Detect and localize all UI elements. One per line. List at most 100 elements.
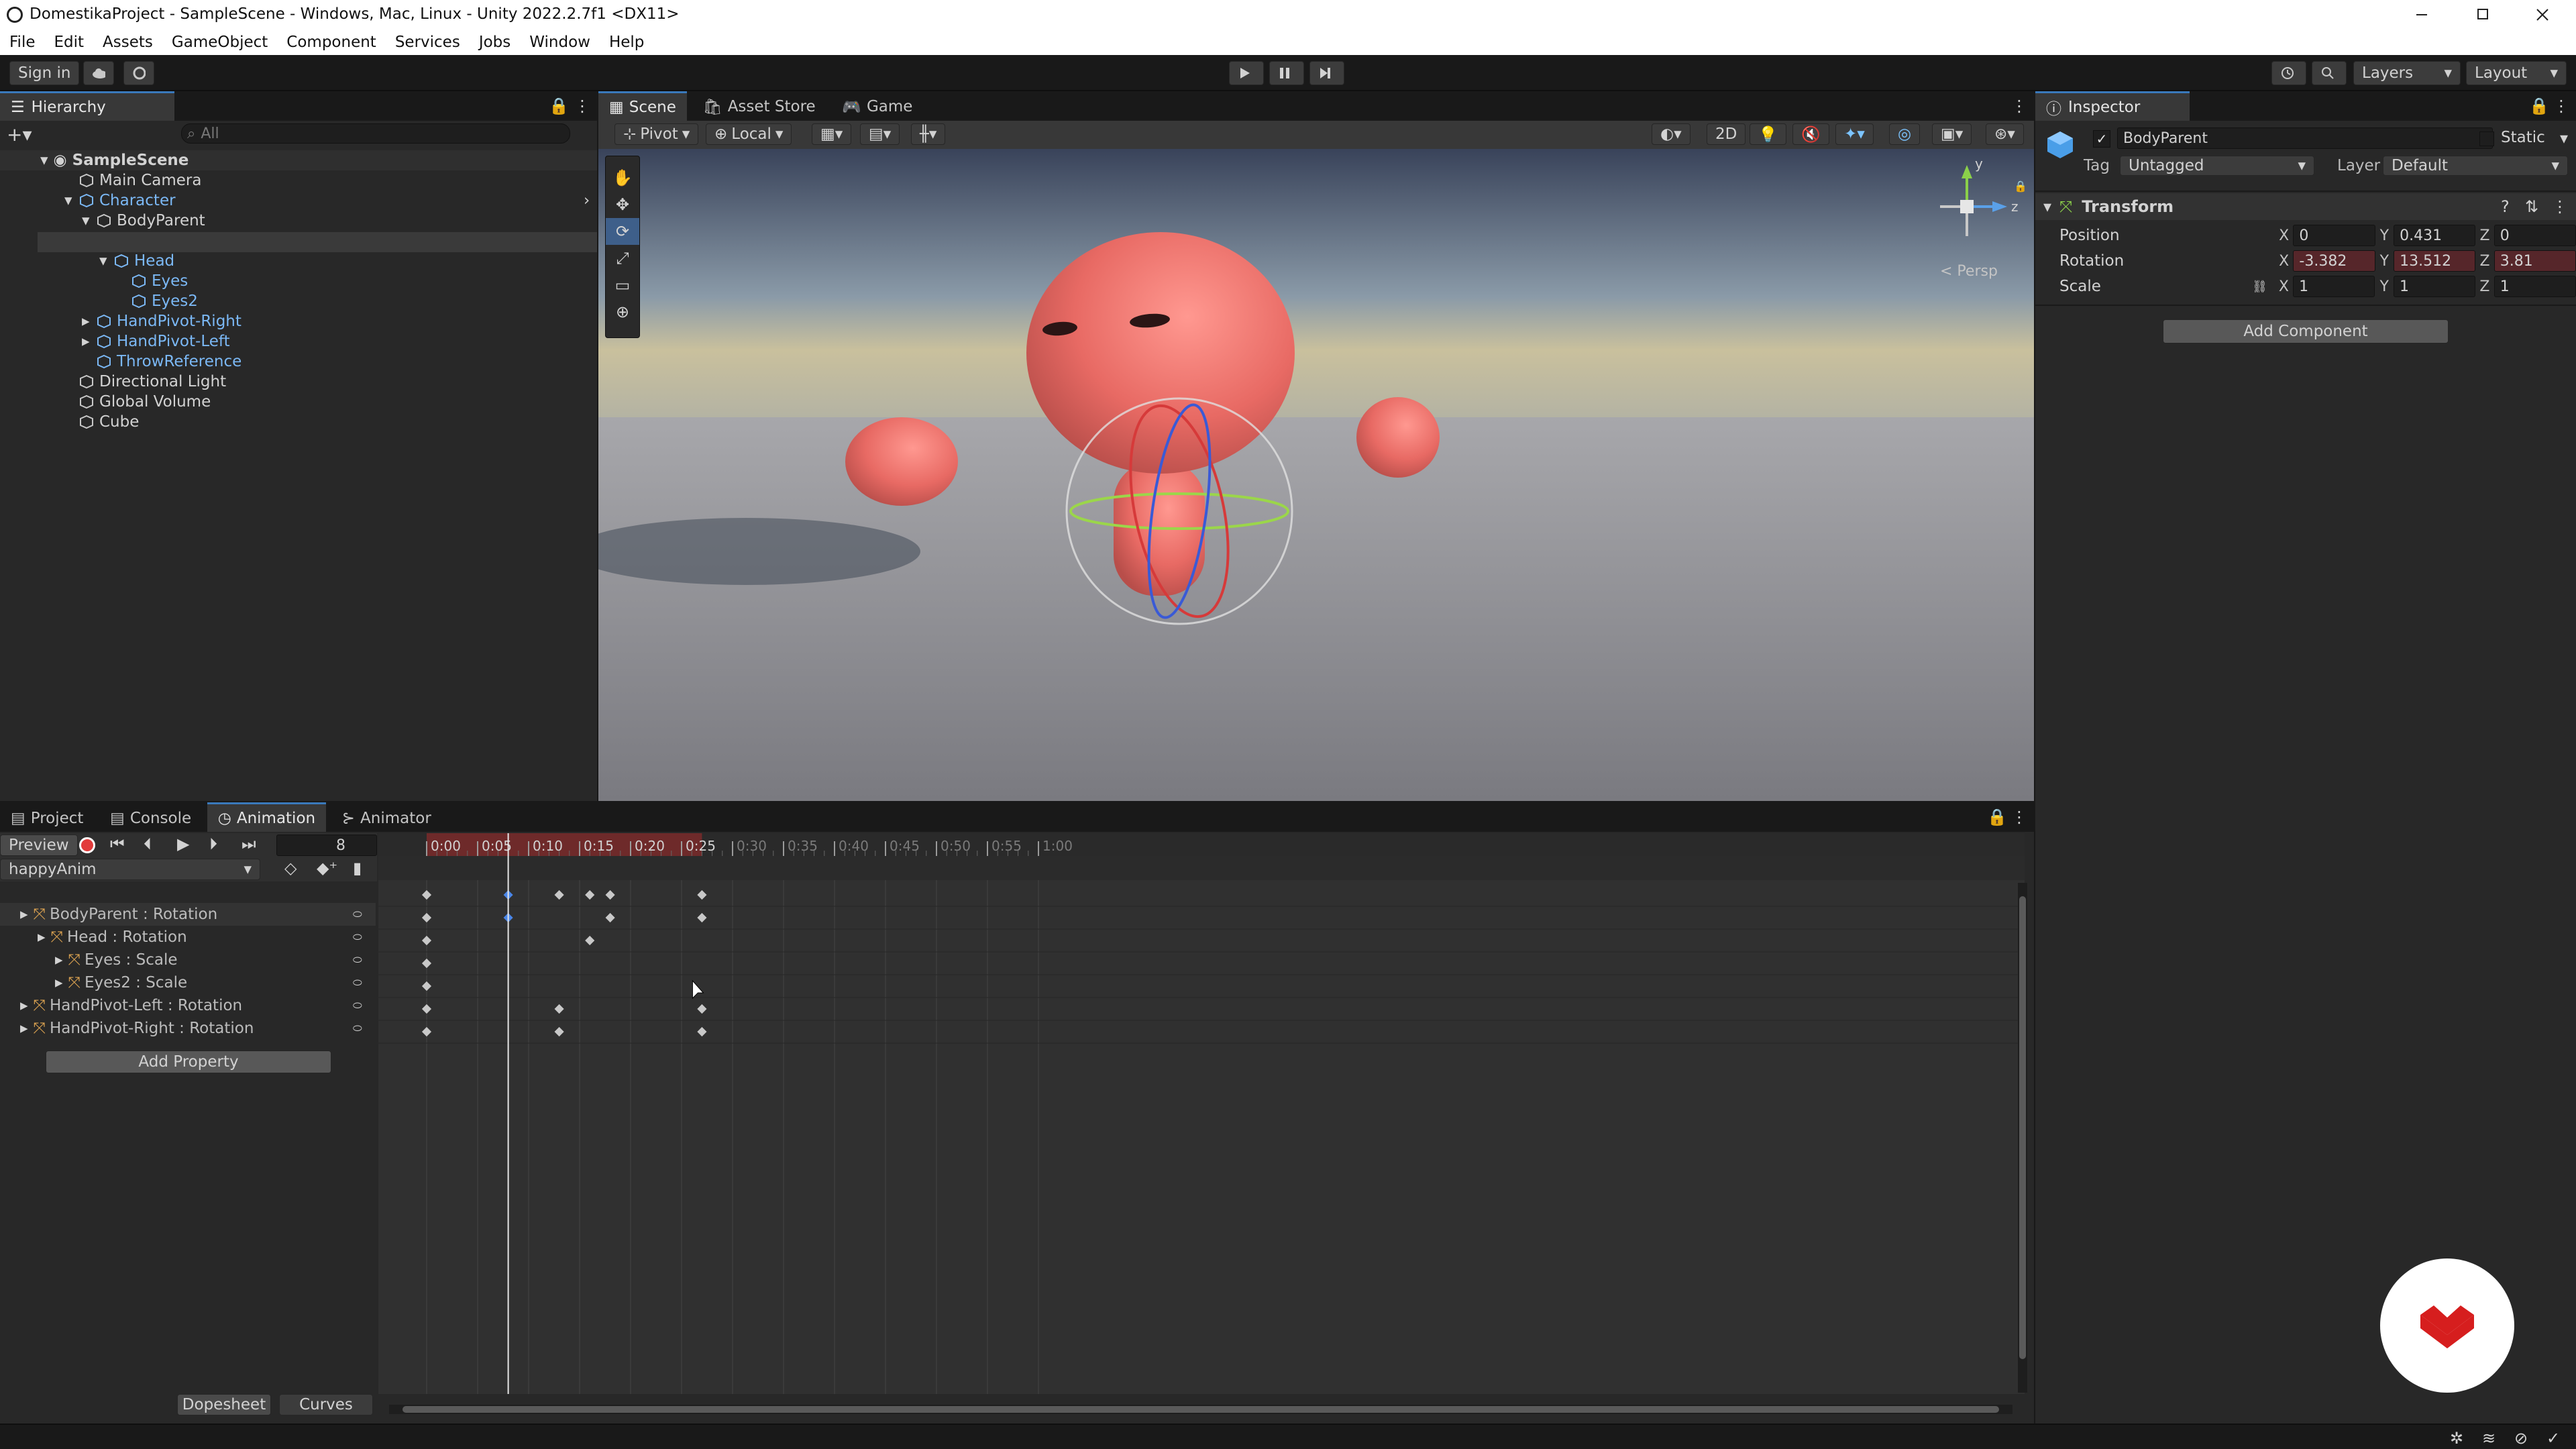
- hierarchy-item[interactable]: Eyes2: [117, 291, 198, 311]
- scrollbar-thumb[interactable]: [402, 1406, 1999, 1413]
- position-y-field[interactable]: 0.431: [2394, 225, 2476, 246]
- add-property-button[interactable]: Add Property: [46, 1051, 331, 1073]
- property-track-row[interactable]: ▸ ⤧ Eyes : Scale ⬭: [0, 949, 376, 971]
- frame-input[interactable]: 8: [276, 835, 377, 856]
- shading-mode-icon[interactable]: ◐▾: [1652, 123, 1690, 145]
- menu-component[interactable]: Component: [286, 34, 376, 51]
- close-button[interactable]: [2529, 5, 2556, 24]
- keyframe-toggle-icon[interactable]: ⬭: [353, 1022, 362, 1035]
- preview-toggle[interactable]: Preview: [0, 835, 78, 856]
- menu-assets[interactable]: Assets: [103, 34, 153, 51]
- keyframe-toggle-icon[interactable]: ⬭: [353, 930, 362, 944]
- menu-services[interactable]: Services: [395, 34, 460, 51]
- hierarchy-item[interactable]: Directional Light: [64, 372, 226, 392]
- snap-increment-icon[interactable]: ▤▾: [860, 123, 900, 145]
- rotation-x-field[interactable]: -3.382: [2293, 250, 2375, 272]
- rotation-y-field[interactable]: 13.512: [2394, 250, 2476, 272]
- tab-animation[interactable]: ◷ Animation: [207, 802, 327, 832]
- expand-arrow-icon[interactable]: ▾: [64, 192, 79, 209]
- more-menu-icon[interactable]: ⋮: [2552, 197, 2568, 216]
- hidden-objects-icon[interactable]: ◎: [1889, 123, 1921, 145]
- rotation-z-field[interactable]: 3.81: [2493, 250, 2576, 272]
- gizmos-icon[interactable]: ⊛▾: [1986, 123, 2024, 145]
- lock-icon[interactable]: 🔒: [2529, 97, 2549, 115]
- collapse-arrow-icon[interactable]: ▸: [20, 997, 28, 1014]
- horizontal-scrollbar[interactable]: [389, 1405, 2012, 1414]
- effects-icon[interactable]: ✦▾: [1835, 123, 1874, 145]
- chevron-down-icon[interactable]: ▾: [2560, 129, 2568, 148]
- sign-in-button[interactable]: Sign in: [9, 61, 80, 85]
- local-dropdown[interactable]: ⊕ Local ▾: [706, 123, 792, 145]
- cloud-icon[interactable]: [83, 61, 114, 85]
- more-menu-icon[interactable]: ⋮: [2011, 97, 2027, 115]
- tab-asset-store[interactable]: 🛍 Asset Store: [692, 92, 826, 121]
- expand-arrow-icon[interactable]: ▾: [40, 152, 48, 169]
- expand-arrow-icon[interactable]: ▾: [82, 212, 97, 229]
- scale-z-field[interactable]: 1: [2493, 276, 2576, 297]
- hierarchy-item[interactable]: Cube: [64, 412, 139, 432]
- position-z-field[interactable]: 0: [2493, 225, 2576, 246]
- scene-viewport[interactable]: ✋ ✥ ⟳ ⤢ ▭ ⊕ y z 🔒 < Persp: [598, 149, 2034, 801]
- rect-tool-icon[interactable]: ▭: [606, 272, 639, 299]
- menu-file[interactable]: File: [9, 34, 36, 51]
- hierarchy-search-input[interactable]: ⌕ All: [181, 123, 570, 144]
- collapse-arrow-icon[interactable]: ▸: [82, 313, 97, 330]
- perspective-label[interactable]: < Persp: [1940, 263, 1998, 280]
- event-marker-icon[interactable]: ▮: [353, 859, 362, 877]
- menu-jobs[interactable]: Jobs: [479, 34, 511, 51]
- hierarchy-item[interactable]: Main Camera: [64, 170, 201, 191]
- more-menu-icon[interactable]: ⋮: [2553, 97, 2569, 115]
- play-icon[interactable]: ▶: [177, 835, 189, 853]
- tag-dropdown[interactable]: Untagged ▾: [2120, 156, 2314, 176]
- layer-dropdown[interactable]: Default ▾: [2383, 156, 2568, 176]
- record-button[interactable]: [79, 837, 95, 853]
- hand-tool-icon[interactable]: ✋: [606, 164, 639, 191]
- hierarchy-item[interactable]: ▸ HandPivot-Right: [82, 311, 241, 331]
- dopesheet-area[interactable]: 0:00 0:05 0:10 0:15 0:20 0:25 0:30 0:35 0:40 0:45…: [378, 833, 2025, 1394]
- transform-tool-icon[interactable]: ⊕: [606, 299, 639, 325]
- layout-dropdown[interactable]: Layout ▾: [2466, 61, 2567, 85]
- property-track-row[interactable]: ▸ ⤧ Head : Rotation ⬭: [0, 926, 376, 949]
- tab-console[interactable]: ▤ Console: [99, 804, 202, 833]
- more-menu-icon[interactable]: ⋮: [574, 97, 590, 115]
- keyframe-toggle-icon[interactable]: ⬭: [353, 908, 362, 921]
- last-keyframe-icon[interactable]: ⏭: [241, 835, 256, 853]
- tab-inspector[interactable]: ⓘ Inspector: [2035, 91, 2190, 121]
- collapse-arrow-icon[interactable]: ▸: [82, 333, 97, 350]
- hierarchy-item[interactable]: ▸ HandPivot-Left: [82, 331, 230, 352]
- property-track-row[interactable]: ▸ ⤧ BodyParent : Rotation ⬭: [0, 903, 376, 926]
- transform-header[interactable]: ▾ ⤧ Transform ? ⇅ ⋮: [2035, 193, 2576, 220]
- palette-drag-handle[interactable]: [606, 156, 639, 164]
- first-keyframe-icon[interactable]: ⏮: [110, 835, 125, 853]
- orientation-gizmo[interactable]: y z 🔒 < Persp: [1913, 156, 2027, 283]
- tab-project[interactable]: ▤ Project: [0, 804, 94, 833]
- collapse-arrow-icon[interactable]: ▸: [20, 906, 28, 923]
- menu-gameobject[interactable]: GameObject: [172, 34, 268, 51]
- tab-game[interactable]: 🎮 Game: [831, 92, 923, 121]
- active-checkbox[interactable]: ✓: [2093, 130, 2110, 148]
- menu-edit[interactable]: Edit: [54, 34, 85, 51]
- keyframe-toggle-icon[interactable]: ⬭: [353, 976, 362, 989]
- layers-dropdown[interactable]: Layers ▾: [2353, 61, 2461, 85]
- link-icon[interactable]: ⛓: [2252, 280, 2274, 294]
- audio-icon[interactable]: 🔇: [1792, 123, 1829, 145]
- stack-icon[interactable]: ≋: [2482, 1429, 2496, 1448]
- hierarchy-item[interactable]: ▾ BodyParent: [82, 211, 205, 231]
- next-keyframe-icon[interactable]: ⏵: [209, 835, 217, 853]
- history-icon[interactable]: [2271, 61, 2306, 85]
- search-icon[interactable]: [2312, 61, 2347, 85]
- collapse-arrow-icon[interactable]: ▸: [20, 1020, 28, 1037]
- add-icon[interactable]: +▾: [7, 123, 32, 146]
- collapse-arrow-icon[interactable]: ▸: [38, 928, 46, 946]
- property-track-row[interactable]: ▸ ⤧ HandPivot-Left : Rotation ⬭: [0, 994, 376, 1017]
- presets-icon[interactable]: ⇅: [2525, 197, 2538, 216]
- lighting-icon[interactable]: 💡: [1750, 123, 1786, 145]
- keyframe-toggle-icon[interactable]: ⬭: [353, 953, 362, 967]
- menu-help[interactable]: Help: [609, 34, 644, 51]
- object-name-field[interactable]: BodyParent: [2117, 127, 2493, 149]
- keyframe-toggle-icon[interactable]: ⬭: [353, 999, 362, 1012]
- lock-icon[interactable]: 🔒: [2014, 180, 2027, 193]
- hierarchy-item[interactable]: ▾ Head: [99, 251, 174, 271]
- dopesheet-toggle[interactable]: Dopesheet: [177, 1394, 271, 1415]
- tab-scene[interactable]: ▦ Scene: [598, 91, 687, 121]
